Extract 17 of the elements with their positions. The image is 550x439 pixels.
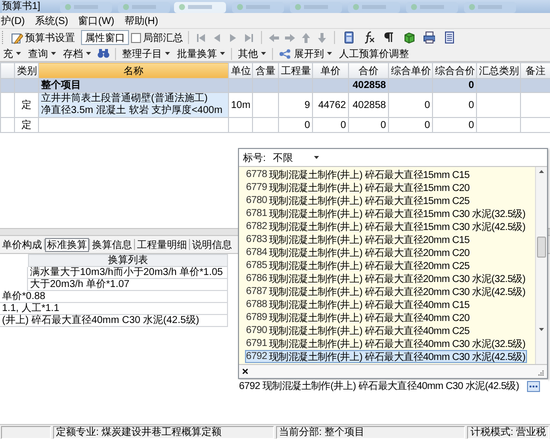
table-cell: 402858 xyxy=(348,78,388,92)
status-text: 当前分部: 整个项目 xyxy=(276,426,466,438)
window-title: 预算书1] xyxy=(2,0,40,13)
table-cell: 0 xyxy=(432,78,476,92)
status-text: 定额专业: 煤炭建设井巷工程概算定额 xyxy=(53,426,274,438)
table-cell: 402858 xyxy=(348,92,388,118)
column-header: 换算列表 xyxy=(28,254,228,267)
table-cell: 9 xyxy=(278,92,312,118)
table-cell: 10m xyxy=(228,92,252,118)
checkbox-label: 局部汇总 xyxy=(143,32,183,44)
table-cell: 整个项目 xyxy=(38,78,228,92)
table-cell: 0 xyxy=(432,92,476,118)
table-cell: 44762 xyxy=(312,92,348,118)
table-cell: 0 xyxy=(388,92,432,118)
status-text: 计税模式: 营业税 xyxy=(467,426,549,438)
table-cell: 立井井筒表土段普通砌壁(普通法施工) 净直径3.5m 混凝土 软岩 支护厚度<400m xyxy=(38,92,228,118)
filter-label: 标号: xyxy=(243,152,266,164)
